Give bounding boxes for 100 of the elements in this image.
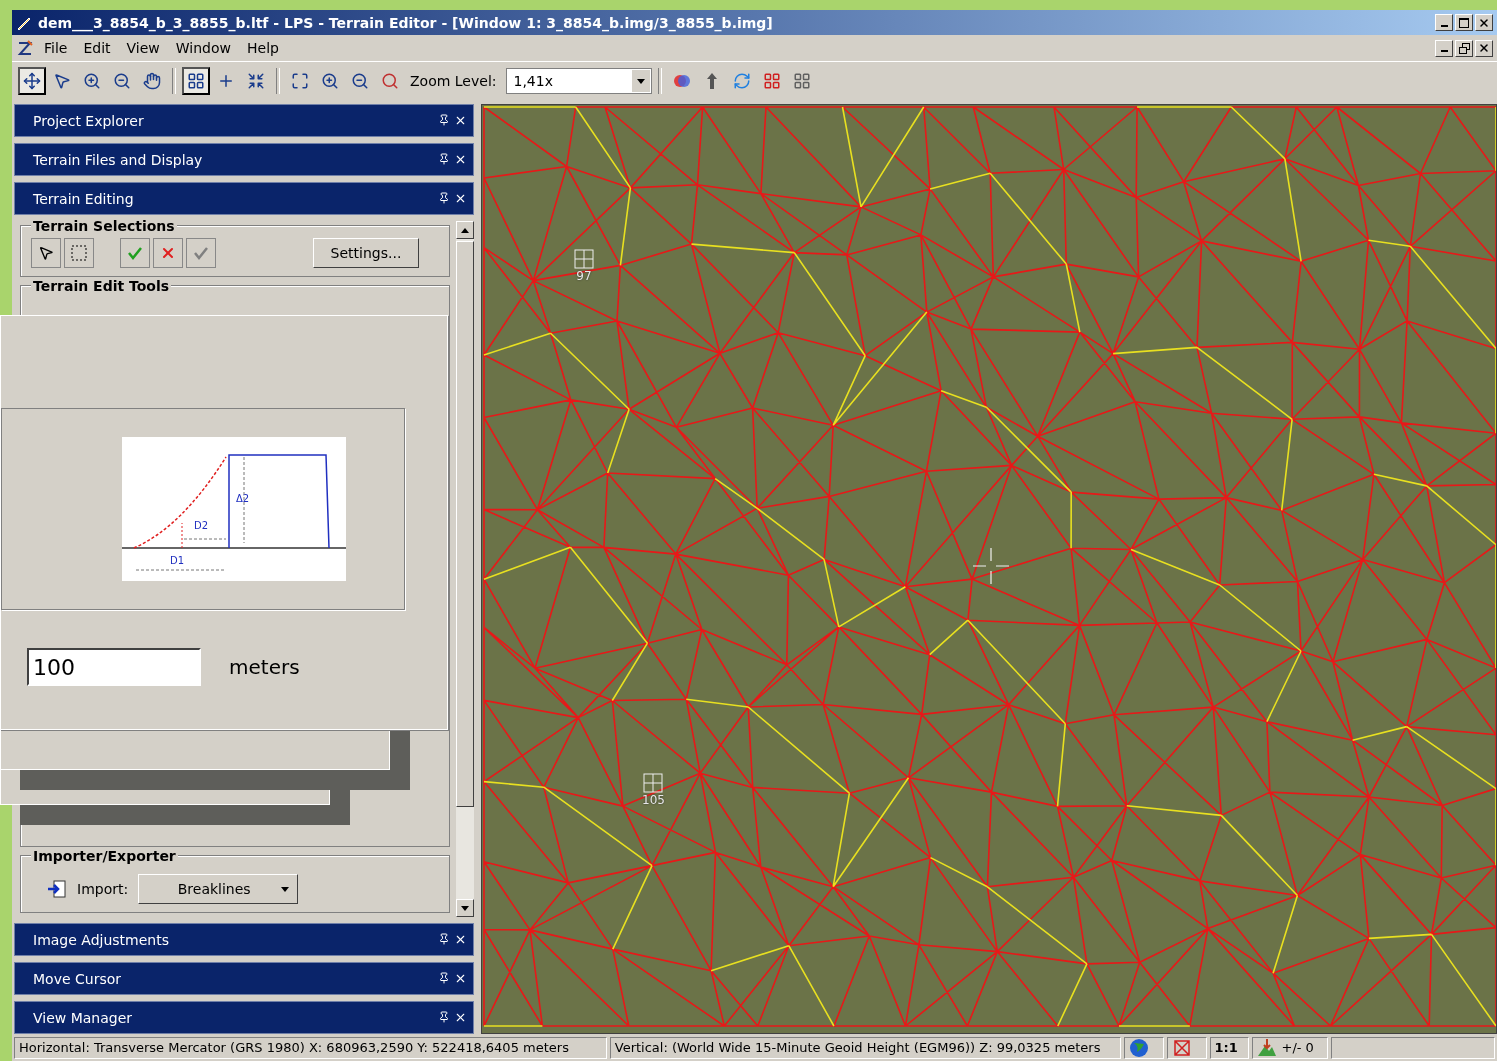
close-button[interactable] [1475,39,1493,57]
grid-icon [793,72,812,90]
point-marker-icon[interactable] [574,249,594,269]
zoom-out-icon [113,72,131,90]
point-label: 105 [642,793,665,807]
vertical-coordinates: Vertical: (World Wide 15-Minute Geoid Height (EGM96)) Z: 99,0325 meters [614,1040,1101,1055]
pin-icon[interactable] [438,153,450,165]
search-icon [381,72,399,90]
panel-header[interactable]: Project Explorer [14,104,474,137]
invert-button[interactable] [186,238,216,268]
color-circles-icon [673,72,692,90]
scroll-up-button[interactable] [456,221,474,239]
caret-icon [281,886,290,892]
unit-label: meters [229,655,300,679]
close-button[interactable] [1475,14,1493,31]
maximize-button[interactable] [1455,14,1473,31]
check-icon [193,245,209,261]
panel-header[interactable]: Terrain Files and Display [14,143,474,176]
close-icon[interactable] [454,153,467,166]
close-icon [1478,42,1490,54]
panel-title: Project Explorer [33,112,145,129]
panel-header[interactable]: Terrain Editing [14,182,474,215]
close-icon[interactable] [454,972,467,985]
terrain-icon [1257,1037,1278,1058]
import-label: Import: [77,881,129,897]
cross-icon [160,245,176,261]
check-icon [127,245,143,261]
group-title: Terrain Edit Tools [31,278,172,294]
shrink-icon [247,72,265,90]
settings-button[interactable]: Settings... [313,238,419,268]
zoom-in-icon [321,72,339,90]
restore-icon [1458,42,1470,54]
grid-icon [187,72,205,90]
panel-title: View Manager [33,1009,134,1026]
panel-title: Terrain Editing [33,190,135,207]
slope-diagram-drawing: D2 Δ2 D1 [122,437,346,581]
scrollbar[interactable] [456,221,474,917]
close-icon[interactable] [454,933,467,946]
horizontal-coordinates: Horizontal: Transverse Mercator (GRS 1980) X: 680963,2590 Y: 522418,6405 meters [19,1040,569,1055]
window-title: dem___3_8854_b_3_8855_b.ltf - LPS - Terrain Editor - [Window 1: 3_8854_b.img/3_8855_b.img] [38,14,774,31]
panel-header[interactable]: View Manager [14,1001,474,1034]
zoom-level-dropdown[interactable]: 1,41x [506,68,653,94]
refresh-icon [733,72,752,90]
close-icon[interactable] [454,114,467,127]
menu-item[interactable]: File [38,38,74,58]
toolbar-button[interactable] [182,67,210,95]
panel-header[interactable]: Image Adjustments [14,923,474,956]
pin-icon[interactable] [438,114,450,126]
group-title: Importer/Exporter [31,848,178,864]
app-icon [16,39,34,57]
distance-input[interactable]: 100 [27,648,201,686]
point-marker-icon[interactable] [643,773,664,793]
menu-item[interactable]: Edit [77,38,117,58]
import-dropdown[interactable]: Breaklines [138,874,299,904]
plus-icon [217,72,235,90]
menu-item[interactable]: Window [169,38,237,58]
scale-text: 1:1 [1214,1040,1238,1055]
caret-icon [637,78,646,84]
panel-title: Move Cursor [33,970,122,987]
pin-icon[interactable] [438,933,450,945]
arrow-up-icon [706,72,719,90]
area-select-button[interactable] [64,238,94,268]
globe-icon [1128,1037,1149,1058]
crosshair-icon [973,548,1009,584]
scroll-down-button[interactable] [456,899,474,917]
close-icon[interactable] [454,1011,467,1024]
minimize-button[interactable] [1435,14,1453,31]
reject-button[interactable] [153,238,183,268]
grid-icon [763,72,782,90]
pin-icon[interactable] [438,1011,450,1023]
toolbar-button[interactable] [18,67,46,95]
panel-title: Terrain Files and Display [33,151,204,168]
pointer-icon [38,245,54,261]
point-label: 97 [576,269,592,283]
group-title: Terrain Selections [31,218,177,234]
close-icon [1478,16,1490,29]
import-icon [47,879,67,899]
pointer-icon [53,72,71,90]
caret-down-icon [461,905,469,911]
pin-icon[interactable] [438,972,450,984]
fit-icon [291,72,309,90]
scroll-thumb[interactable] [456,241,474,807]
offset-text: +/- 0 [1281,1040,1314,1055]
zoom-in-icon [83,72,101,90]
menu-item[interactable]: Help [241,38,285,58]
caret-up-icon [461,227,469,233]
restore-button[interactable] [1455,39,1473,57]
minimize-button[interactable] [1435,39,1453,57]
panel-header[interactable]: Move Cursor [14,962,474,995]
move-tool-icon [23,72,41,90]
menu-item[interactable]: View [120,38,166,58]
hand-icon [143,72,161,90]
pin-icon[interactable] [438,192,450,204]
close-icon[interactable] [454,192,467,205]
zoom-out-icon [351,72,369,90]
dotted-square-icon [71,245,87,261]
zoom-label: Zoom Level: [410,73,497,89]
minimize-icon [1440,24,1448,27]
maximize-icon [1459,17,1469,28]
select-button[interactable] [31,238,61,268]
